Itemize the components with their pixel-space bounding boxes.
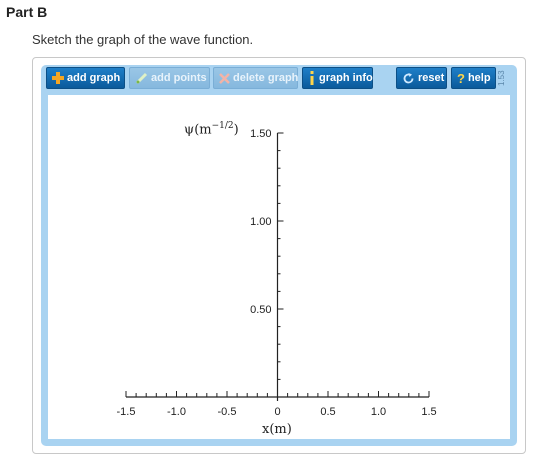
y-axis-label: ψ(m−1/2) [184,121,239,137]
x-tick-label: -0.5 [218,406,237,418]
graph-axes: -1.5 -1.0 -0.5 0 0.5 1.0 1.5 0.50 1.00 1.50 [117,128,437,418]
y-axis-label-exponent: −1/2 [211,121,234,131]
x-tick-label: 1.5 [421,406,436,418]
x-axis-label: x(m) [262,422,292,437]
x-tick-label: 0.5 [320,406,335,418]
y-tick-label: 0.50 [250,304,271,316]
x-tick-label: 1.0 [371,406,386,418]
y-axis-label-close: ) [233,122,239,138]
y-tick-label: 1.50 [250,128,271,140]
x-tick-label: -1.5 [117,406,136,418]
x-tick-label: -1.0 [167,406,186,418]
x-tick-label: 0 [274,406,280,418]
y-axis-label-psi: ψ(m [184,122,212,138]
y-tick-label: 1.00 [250,216,271,228]
